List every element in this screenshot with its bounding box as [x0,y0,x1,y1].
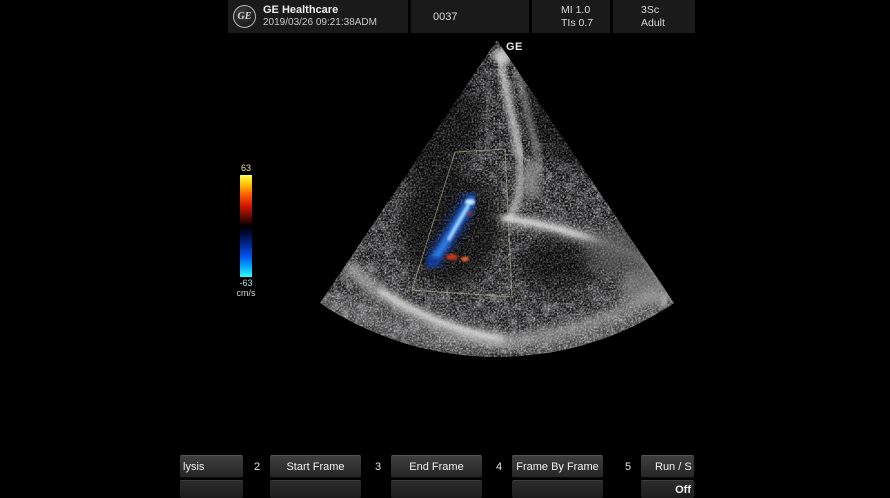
softkey-number-3: 3 [370,455,386,478]
header-bar: GE GE Healthcare 2019/03/26 09:21:38ADM … [228,0,695,33]
ultrasound-image [0,0,890,498]
datetime-label: 2019/03/26 09:21:38ADM [263,17,377,29]
header-brand-section: GE GE Healthcare 2019/03/26 09:21:38ADM [228,0,408,33]
softkey-number-4: 4 [491,455,507,478]
softkey-frame-by-frame-button[interactable]: Frame By Frame [512,455,603,478]
probe-section: 3Sc Adult [613,0,695,33]
softkey-slot-1[interactable] [180,480,243,498]
softkey-end-frame-button[interactable]: End Frame [391,455,482,478]
softkey-run-stop-button[interactable]: Run / S [641,455,694,478]
doppler-colorbar: 63 -63 cm/s [234,163,258,299]
softkey-slot-3[interactable] [391,480,482,498]
softkey-start-frame-button[interactable]: Start Frame [270,455,361,478]
ge-logo-icon: GE [233,5,256,28]
tis-value: TIs 0.7 [561,17,610,30]
softkey-run-state[interactable]: Off [641,480,694,498]
acoustic-indices-section: MI 1.0 TIs 0.7 [532,0,610,33]
softkey-number-5: 5 [620,455,636,478]
probe-name: 3Sc [641,4,695,17]
softkey-number-2: 2 [249,455,265,478]
ultrasound-screen: GE 63 -63 cm/s GE GE Healthcare 2019/03/… [0,0,890,498]
colorbar-unit-label: cm/s [234,288,258,299]
colorbar-gradient [240,175,252,277]
exam-id-label: 0037 [433,11,457,23]
colorbar-min-label: -63 [234,278,258,288]
colorbar-max-label: 63 [234,163,258,173]
vendor-mark: GE [506,41,523,53]
mi-value: MI 1.0 [561,4,610,17]
exam-id-section: 0037 [411,0,529,33]
softkey-slot-2[interactable] [270,480,361,498]
sector-image [300,30,695,370]
preset-name: Adult [641,17,695,30]
softkey-slot-4[interactable] [512,480,603,498]
brand-name: GE Healthcare [263,4,377,17]
softkey-analysis-button[interactable]: lysis [180,455,243,478]
softkey-bar: lysis 2 Start Frame 3 End Frame 4 Frame … [0,455,890,498]
